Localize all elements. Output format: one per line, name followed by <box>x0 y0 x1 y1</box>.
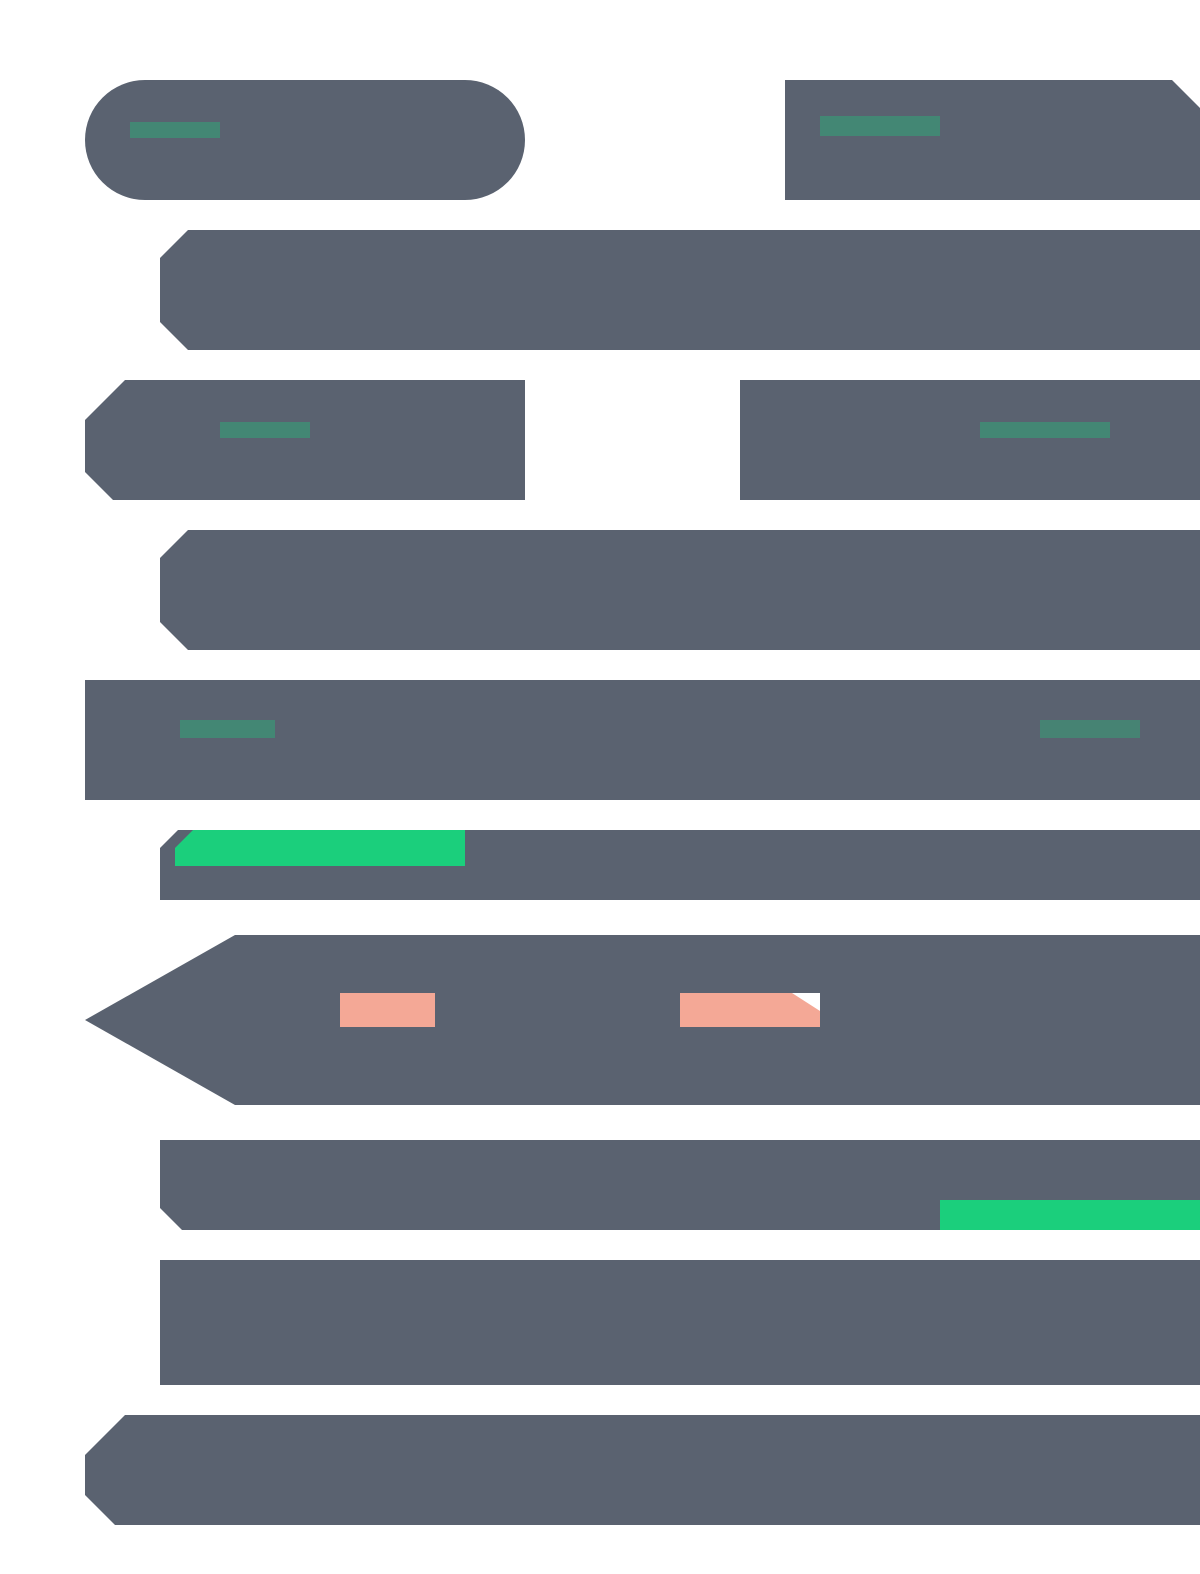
row1-left-pill <box>85 80 525 200</box>
arrow-body <box>85 935 1200 1105</box>
row3-left-inner <box>220 422 310 438</box>
row8-green <box>940 1200 1200 1230</box>
row3-left-block <box>85 380 525 500</box>
row6-green <box>175 830 465 866</box>
row5-left-inner <box>180 720 275 738</box>
arrow-salmon-2-base <box>680 993 820 1027</box>
row10-block <box>85 1415 1200 1525</box>
row1-right-block <box>785 80 1200 200</box>
row3-right-inner <box>980 422 1110 438</box>
row1-left-inner <box>130 122 220 138</box>
row9-block <box>160 1260 1200 1385</box>
row2-block <box>160 230 1200 350</box>
row5-block <box>85 680 1200 800</box>
row1-right-inner <box>820 116 940 136</box>
arrow-salmon-1 <box>340 993 435 1027</box>
row3-right-block <box>740 380 1200 500</box>
row5-right-inner <box>1040 720 1140 738</box>
row4-block <box>160 530 1200 650</box>
